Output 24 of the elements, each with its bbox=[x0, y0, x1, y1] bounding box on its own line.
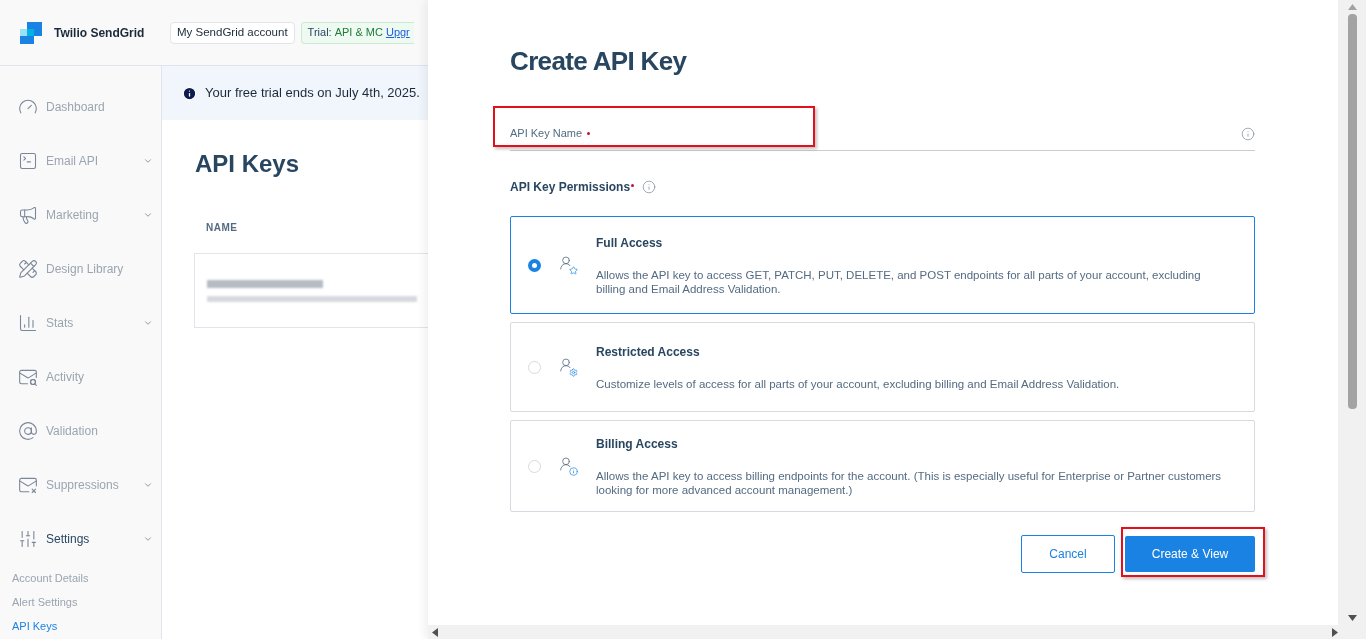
sidebar-label: Activity bbox=[46, 369, 85, 386]
column-header: NAME bbox=[205, 221, 239, 235]
banner-text: Your free trial ends on July 4th, 2025. bbox=[205, 84, 420, 103]
drawer-title: Create API Key bbox=[510, 45, 688, 78]
sidebar-label: Dashboard bbox=[46, 99, 106, 116]
sidebar-label: Marketing bbox=[46, 207, 100, 224]
option-description: Allows the API key to access GET, PATCH, PUT, DELETE, and POST endpoints for all parts of your account, excluding billing and Email Address Validation. bbox=[596, 268, 1202, 296]
field-label: API Key Name bbox=[510, 126, 583, 142]
sidebar-label: Stats bbox=[46, 315, 75, 332]
permissions-label: API Key Permissions bbox=[510, 179, 631, 196]
option-description: Allows the API key to access billing endpoints for the account. (This is especially useful for Enterprise or Partner customers looking for more advanced account management.) bbox=[596, 469, 1223, 497]
brand-name: Twilio SendGrid bbox=[54, 24, 145, 42]
option-title: Full Access bbox=[596, 235, 664, 252]
trial-label: Trial: bbox=[307, 25, 332, 41]
sidebar-label: Design Library bbox=[46, 261, 125, 278]
option-description: Customize levels of access for all parts of your account, excluding billing and Email Address Validation. bbox=[596, 377, 1120, 391]
sidebar-label: Suppressions bbox=[46, 477, 120, 494]
option-title: Billing Access bbox=[596, 436, 679, 453]
trial-plan: API & MC bbox=[334, 25, 383, 41]
option-title: Restricted Access bbox=[596, 344, 701, 361]
sidebar-label: Email API bbox=[46, 153, 100, 170]
sidebar-label: Settings bbox=[46, 531, 91, 548]
sidebar-label: Validation bbox=[46, 423, 99, 440]
page-title: API Keys bbox=[194, 149, 301, 179]
